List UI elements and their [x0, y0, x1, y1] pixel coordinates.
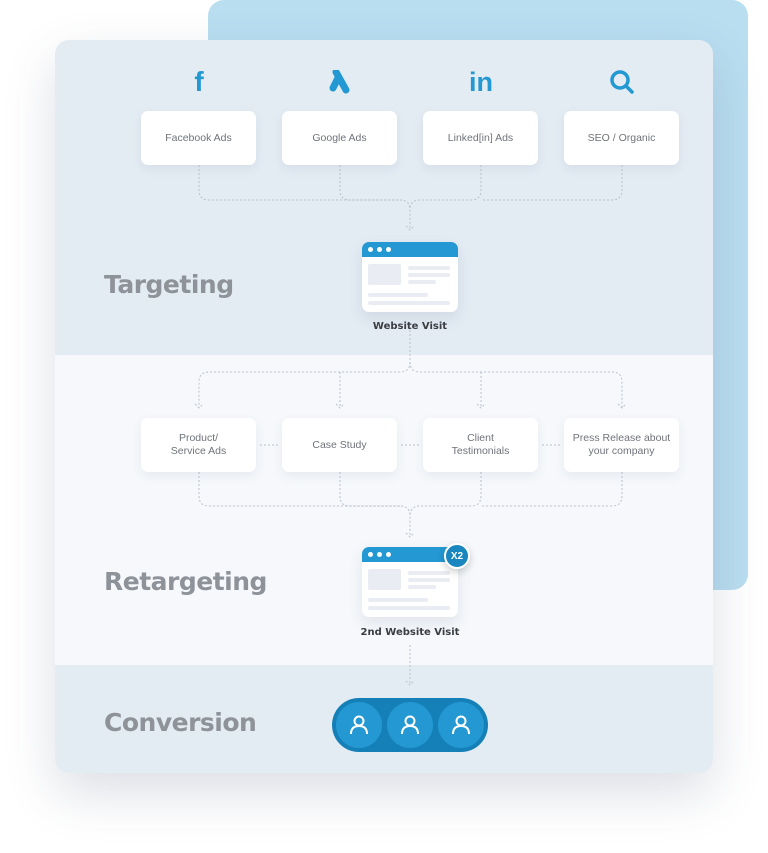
connector	[481, 472, 623, 507]
retargeting-product-service-ads: Product/ Service Ads	[141, 418, 256, 472]
connector	[409, 472, 482, 517]
connector	[198, 472, 411, 537]
retargeting-client-testimonials: Client Testimonials	[423, 418, 538, 472]
connector	[481, 165, 623, 201]
section-title-retargeting: Retargeting	[104, 567, 267, 596]
google-ads-icon	[325, 67, 355, 97]
retargeting-case-study: Case Study	[282, 418, 397, 472]
user-icon	[438, 702, 484, 748]
connector	[339, 165, 400, 201]
connector	[198, 330, 411, 408]
x2-badge: X2	[444, 543, 470, 569]
connector	[405, 645, 415, 686]
source-linkedin-ads: Linked[in] Ads	[423, 111, 538, 165]
user-icon	[336, 702, 382, 748]
connector	[339, 472, 400, 507]
retargeting-press-release: Press Release about your company	[564, 418, 679, 472]
source-seo-organic: SEO / Organic	[564, 111, 679, 165]
user-icon	[387, 702, 433, 748]
connector	[198, 165, 411, 230]
source-facebook-ads: Facebook Ads	[141, 111, 256, 165]
section-title-conversion: Conversion	[104, 708, 257, 737]
website-visit-label: Website Visit	[372, 321, 448, 332]
website-visit-browser-icon	[362, 242, 458, 312]
search-icon	[607, 67, 637, 97]
conversion-users	[332, 698, 488, 752]
source-google-ads: Google Ads	[282, 111, 397, 165]
funnel-card: Targeting Retargeting Conversion f in Fa…	[55, 40, 713, 773]
linkedin-icon: in	[469, 66, 493, 97]
connector	[409, 361, 623, 408]
section-title-targeting: Targeting	[104, 270, 234, 299]
second-visit-label: 2nd Website Visit	[360, 627, 460, 638]
connector	[409, 165, 482, 211]
facebook-icon: f	[194, 66, 204, 97]
